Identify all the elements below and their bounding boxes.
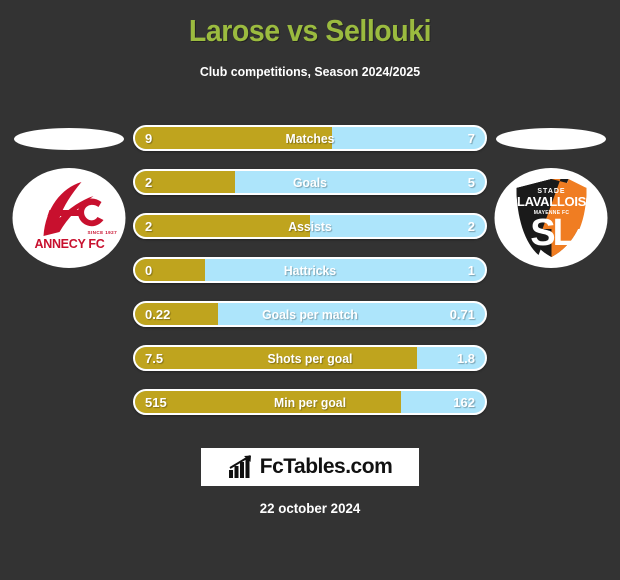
annecy-fc-crest-icon: SINCE 1927 ANNECY FC — [34, 182, 117, 251]
stat-bar-row: 2 Goals 5 — [133, 169, 487, 195]
home-decorative-oval — [14, 128, 124, 150]
stat-bar-away-value: 0.71 — [449, 306, 475, 322]
stat-bar-row: 0.22 Goals per match 0.71 — [133, 301, 487, 327]
stat-bar-away-value: 5 — [467, 174, 475, 190]
stat-bar-row: 2 Assists 2 — [133, 213, 487, 239]
fctables-logo-text: FcTables.com — [259, 455, 393, 478]
svg-text:ANNECY FC: ANNECY FC — [34, 237, 104, 251]
svg-text:SL: SL — [530, 212, 575, 254]
page-title: Larose vs Sellouki — [188, 13, 432, 48]
stat-bar-label: Hattricks — [283, 262, 337, 278]
stat-bar-away-value: 7 — [467, 130, 475, 146]
stat-bar-away-value: 1.8 — [456, 350, 475, 366]
fctables-logo[interactable]: FcTables.com — [201, 448, 419, 486]
away-team-crest-area: STADE LAVALLOIS MAYENNE FC SL — [486, 120, 616, 300]
stat-bar-row: 515 Min per goal 162 — [133, 389, 487, 415]
stat-bar-label: Min per goal — [274, 394, 346, 410]
away-decorative-oval — [496, 128, 606, 150]
stat-bar-label: Matches — [285, 130, 335, 146]
stat-bar-label: Shots per goal — [267, 350, 353, 366]
stat-bar-away-value: 2 — [467, 218, 475, 234]
away-team-crest: STADE LAVALLOIS MAYENNE FC SL — [494, 168, 608, 268]
page-subtitle: Club competitions, Season 2024/2025 — [199, 64, 421, 80]
stat-bars-list: 9 Matches 7 2 Goals 5 2 Assists 2 0 Hattricks 1 0.22… — [133, 125, 487, 433]
date-label: 22 october 2024 — [259, 500, 361, 516]
stat-bar-away-value: 162 — [453, 394, 475, 410]
svg-text:LAVALLOIS: LAVALLOIS — [516, 194, 586, 209]
svg-text:SINCE 1927: SINCE 1927 — [87, 230, 117, 235]
stat-bar-away-value: 1 — [467, 262, 475, 278]
home-team-crest: SINCE 1927 ANNECY FC — [12, 168, 126, 268]
stat-bar-row: 0 Hattricks 1 — [133, 257, 487, 283]
stat-bar-label: Goals — [293, 174, 327, 190]
stat-bar-row: 9 Matches 7 — [133, 125, 487, 151]
stat-bar-label: Assists — [288, 218, 332, 234]
bar-chart-icon — [228, 455, 251, 478]
stat-bar-row: 7.5 Shots per goal 1.8 — [133, 345, 487, 371]
home-team-crest-area: SINCE 1927 ANNECY FC — [4, 120, 134, 300]
stat-bar-label: Goals per match — [262, 306, 358, 322]
stat-comparison-page: Larose vs Sellouki Club competitions, Se… — [0, 0, 620, 580]
stade-lavallois-crest-icon: STADE LAVALLOIS MAYENNE FC SL — [512, 175, 590, 261]
